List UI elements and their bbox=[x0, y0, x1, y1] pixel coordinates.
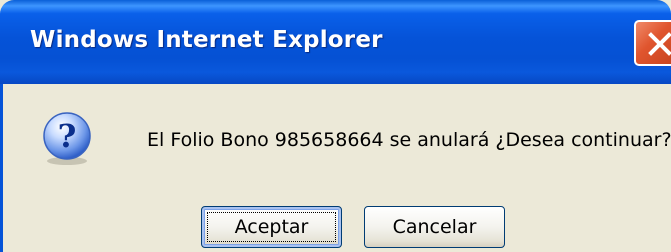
question-icon: ? bbox=[40, 111, 96, 171]
cancel-button-label: Cancelar bbox=[392, 216, 477, 238]
close-button[interactable] bbox=[634, 20, 671, 66]
accept-button[interactable]: Aceptar bbox=[201, 206, 342, 248]
close-icon bbox=[648, 32, 671, 56]
window-title: Windows Internet Explorer bbox=[30, 27, 383, 53]
svg-text:?: ? bbox=[58, 117, 77, 155]
cancel-button[interactable]: Cancelar bbox=[364, 206, 505, 248]
accept-button-label: Aceptar bbox=[234, 216, 309, 238]
title-bar[interactable]: Windows Internet Explorer bbox=[0, 0, 671, 84]
dialog-message: El Folio Bono 985658664 se anulará ¿Dese… bbox=[147, 129, 671, 151]
dialog-window: Windows Internet Explorer ? El Folio Bon… bbox=[0, 0, 671, 252]
dialog-body: ? El Folio Bono 985658664 se anulará ¿De… bbox=[0, 84, 671, 252]
